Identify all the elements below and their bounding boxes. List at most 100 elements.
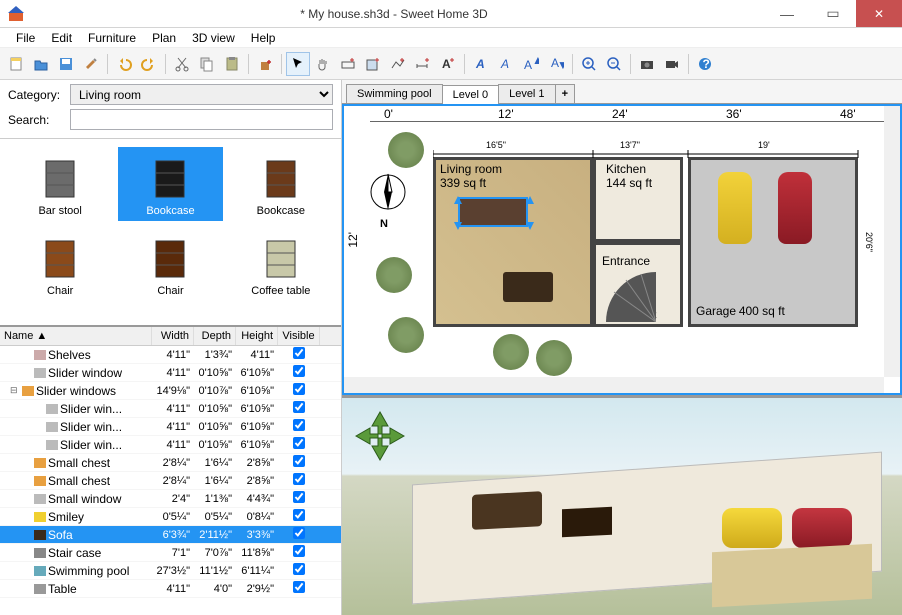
table-row[interactable]: Sofa6'3¾"2'11½"3'3⅜"	[0, 526, 341, 544]
tree-icon[interactable]	[536, 340, 572, 376]
row-visible-checkbox[interactable]	[293, 437, 305, 449]
row-visible-checkbox[interactable]	[293, 491, 305, 503]
table-row[interactable]: Slider win...4'11"0'10⅝"6'10⅝"	[0, 436, 341, 454]
open-button[interactable]	[29, 52, 53, 76]
menu-plan[interactable]: Plan	[144, 29, 184, 47]
tab-swimming-pool[interactable]: Swimming pool	[346, 84, 443, 103]
row-visible-checkbox[interactable]	[293, 581, 305, 593]
catalog-grid[interactable]: Bar stoolBookcaseBookcaseChairChairCoffe…	[0, 139, 341, 325]
tree-icon[interactable]	[376, 257, 412, 293]
row-visible-checkbox[interactable]	[293, 401, 305, 413]
row-visible-checkbox[interactable]	[293, 509, 305, 521]
row-visible-checkbox[interactable]	[293, 563, 305, 575]
minimize-button[interactable]: —	[764, 0, 810, 27]
row-visible-checkbox[interactable]	[293, 527, 305, 539]
pan-tool[interactable]	[311, 52, 335, 76]
create-polylines-tool[interactable]	[386, 52, 410, 76]
search-input[interactable]	[70, 109, 333, 130]
video-button[interactable]	[660, 52, 684, 76]
tree-icon[interactable]	[388, 317, 424, 353]
col-visible[interactable]: Visible	[278, 327, 320, 345]
create-dimensions-tool[interactable]	[411, 52, 435, 76]
nav-3d-control[interactable]	[350, 406, 410, 466]
scrollbar-vertical[interactable]	[884, 106, 900, 377]
help-button[interactable]: ?	[693, 52, 717, 76]
scrollbar-horizontal[interactable]	[344, 377, 884, 393]
maximize-button[interactable]: ▭	[810, 0, 856, 27]
catalog-item-chair[interactable]: Chair	[8, 227, 112, 301]
table-row[interactable]: ⊟Slider windows14'9⅛"0'10⅞"6'10⅝"	[0, 382, 341, 400]
close-button[interactable]: ✕	[856, 0, 902, 27]
save-button[interactable]	[54, 52, 78, 76]
add-furniture-button[interactable]	[253, 52, 277, 76]
plan-canvas[interactable]: N 16'5" 13'7" 19' 20'6" Living room339 s…	[358, 122, 884, 377]
table-row[interactable]: Swimming pool27'3½"11'1½"6'11¼"	[0, 562, 341, 580]
text-bold-button[interactable]: A	[469, 52, 493, 76]
row-visible-checkbox[interactable]	[293, 545, 305, 557]
create-rooms-tool[interactable]	[361, 52, 385, 76]
copy-button[interactable]	[195, 52, 219, 76]
zoom-in-button[interactable]	[577, 52, 601, 76]
row-visible-checkbox[interactable]	[293, 419, 305, 431]
menu-file[interactable]: File	[8, 29, 43, 47]
catalog-item-bar-stool[interactable]: Bar stool	[8, 147, 112, 221]
car-yellow-plan[interactable]	[718, 172, 752, 244]
table-row[interactable]: Table4'11"4'0"2'9½"	[0, 580, 341, 598]
col-height[interactable]: Height	[236, 327, 278, 345]
view-3d[interactable]	[342, 395, 902, 615]
tab-level-0[interactable]: Level 0	[442, 85, 499, 104]
catalog-item-coffee-table[interactable]: Coffee table	[229, 227, 333, 301]
table-row[interactable]: Slider win...4'11"0'10⅝"6'10⅝"	[0, 400, 341, 418]
table-row[interactable]: Slider window4'11"0'10⅝"6'10⅝"	[0, 364, 341, 382]
tab-level-1[interactable]: Level 1	[498, 84, 555, 103]
preferences-button[interactable]	[79, 52, 103, 76]
row-visible-checkbox[interactable]	[293, 383, 305, 395]
menu-help[interactable]: Help	[243, 29, 284, 47]
photo-button[interactable]	[635, 52, 659, 76]
house-3d-model[interactable]	[412, 438, 882, 607]
room-garage[interactable]	[688, 157, 858, 327]
redo-button[interactable]	[137, 52, 161, 76]
table-plan-icon[interactable]	[503, 272, 553, 302]
zoom-out-button[interactable]	[602, 52, 626, 76]
decrease-text-button[interactable]: A▼	[544, 52, 568, 76]
catalog-item-bookcase[interactable]: Bookcase	[118, 147, 222, 221]
menu-3d-view[interactable]: 3D view	[184, 29, 243, 47]
col-name[interactable]: Name ▲	[0, 327, 152, 345]
row-visible-checkbox[interactable]	[293, 455, 305, 467]
row-visible-checkbox[interactable]	[293, 365, 305, 377]
table-row[interactable]: Small chest2'8¼"1'6¼"2'8⅝"	[0, 472, 341, 490]
category-select[interactable]: Living room	[70, 84, 333, 105]
tree-icon[interactable]	[493, 334, 529, 370]
selection-handles[interactable]	[454, 192, 534, 234]
menu-furniture[interactable]: Furniture	[80, 29, 144, 47]
plan-view[interactable]: 0'12'24'36'48' 12' N 16'5" 13'7" 19'	[342, 104, 902, 395]
car-red-plan[interactable]	[778, 172, 812, 244]
create-walls-tool[interactable]	[336, 52, 360, 76]
increase-text-button[interactable]: A▲	[519, 52, 543, 76]
table-row[interactable]: Small chest2'8¼"1'6¼"2'8⅝"	[0, 454, 341, 472]
table-row[interactable]: Shelves4'11"1'3¾"4'11"	[0, 346, 341, 364]
table-row[interactable]: Smiley0'5¼"0'5¼"0'8¼"	[0, 508, 341, 526]
paste-button[interactable]	[220, 52, 244, 76]
new-button[interactable]	[4, 52, 28, 76]
table-row[interactable]: Stair case7'1"7'0⅞"11'8⅝"	[0, 544, 341, 562]
create-text-tool[interactable]: A	[436, 52, 460, 76]
add-level-button[interactable]: +	[555, 84, 575, 103]
catalog-item-bookcase[interactable]: Bookcase	[229, 147, 333, 221]
text-italic-button[interactable]: A	[494, 52, 518, 76]
table-row[interactable]: Small window2'4"1'1⅜"4'4¾"	[0, 490, 341, 508]
catalog-item-chair[interactable]: Chair	[118, 227, 222, 301]
staircase-icon[interactable]	[606, 272, 656, 322]
row-visible-checkbox[interactable]	[293, 473, 305, 485]
undo-button[interactable]	[112, 52, 136, 76]
table-row[interactable]: Slider win...4'11"0'10⅝"6'10⅝"	[0, 418, 341, 436]
tree-icon[interactable]	[388, 132, 424, 168]
cut-button[interactable]	[170, 52, 194, 76]
col-depth[interactable]: Depth	[194, 327, 236, 345]
select-tool[interactable]	[286, 52, 310, 76]
row-visible-checkbox[interactable]	[293, 347, 305, 359]
menu-edit[interactable]: Edit	[43, 29, 80, 47]
table-header[interactable]: Name ▲ Width Depth Height Visible	[0, 327, 341, 346]
col-width[interactable]: Width	[152, 327, 194, 345]
